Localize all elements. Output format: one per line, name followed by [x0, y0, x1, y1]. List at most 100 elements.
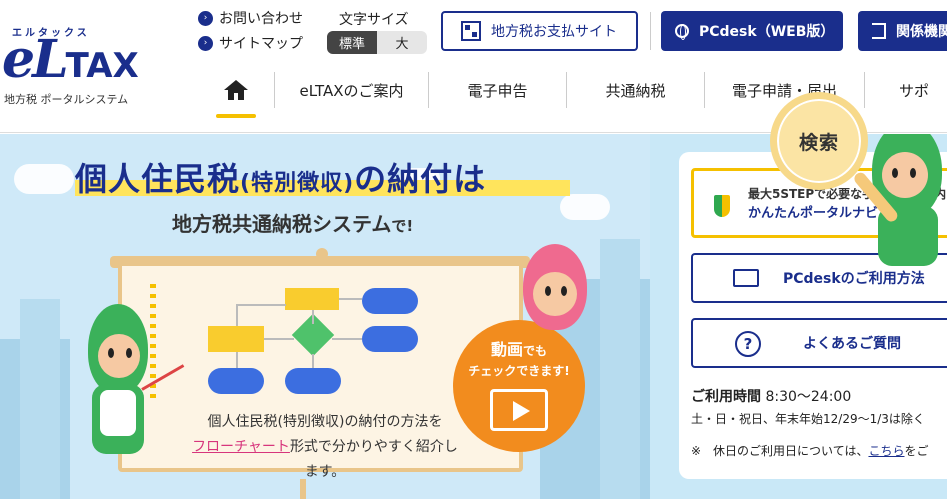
subhead-suffix: で! — [391, 217, 414, 235]
nav-item-label: 電子申告 — [467, 81, 528, 100]
related-orgs-button[interactable]: 関係機関 — [858, 11, 947, 51]
nav-item-about[interactable]: eLTAXのご案内 — [274, 72, 428, 108]
logo-mark-tax: TAX — [65, 46, 139, 86]
nav-home[interactable] — [198, 72, 274, 108]
holiday-note-link[interactable]: こちら — [868, 444, 904, 458]
search-label: 検索 — [798, 131, 839, 154]
contact-link-label: お問い合わせ — [219, 11, 303, 27]
board-description: 個人住民税(特別徴収)の納付の方法を フローチャート形式で分かりやすく紹介します… — [190, 410, 460, 485]
pcdesk-web-button-label: PCdesk（WEB版） — [699, 24, 835, 40]
building-decoration — [20, 299, 60, 499]
subhead-text: 地方税共通納税システム — [172, 212, 392, 236]
chevron-right-icon: › — [198, 35, 213, 51]
flowchart-terminal — [208, 368, 264, 394]
board-line2-text: 形式で分かりやすく紹介します。 — [289, 439, 458, 480]
faq-label: よくあるご質問 — [803, 336, 901, 352]
main-visual: 個人住民税(特別徴収)の納付は 地方税共通納税システムで! 個人住民税(特別徴収… — [0, 134, 947, 499]
computer-icon — [733, 269, 759, 287]
nav-item-common-payment[interactable]: 共通納税 — [566, 72, 704, 108]
beginner-mark-icon — [714, 195, 730, 217]
nav-item-label: eLTAXのご案内 — [299, 81, 404, 100]
pcdesk-usage-label: PCdeskのご利用方法 — [783, 271, 925, 287]
banner-headline: 個人住民税(特別徴収)の納付は — [75, 154, 486, 200]
board-line2: フローチャート形式で分かりやすく紹介します。 — [190, 435, 460, 485]
home-icon — [224, 80, 248, 100]
holiday-note-prefix: ※ 休日のご利用日については、 — [691, 444, 869, 458]
cloud-decoration — [560, 194, 610, 220]
video-badge-suffix: でも — [523, 344, 548, 358]
mascot-eye — [892, 168, 898, 178]
flowchart-connector — [264, 338, 294, 340]
headline-part: 個人住民税 — [75, 160, 241, 198]
logo-mark: eLTAX — [2, 32, 139, 94]
sitemap-link[interactable]: › サイトマップ — [198, 33, 303, 53]
flowchart-connector — [312, 310, 314, 324]
flowchart-connector — [312, 354, 314, 368]
globe-icon — [675, 24, 689, 40]
mascot-eye — [545, 286, 551, 296]
service-hours-value: 8:30〜24:00 — [765, 389, 852, 405]
flowchart-connector — [236, 352, 238, 368]
flowchart-link-text: フローチャート — [192, 439, 290, 455]
headline-part: の納付は — [354, 160, 487, 198]
mascot-face — [98, 334, 140, 378]
nav-item-label: サポ — [899, 81, 930, 100]
pink-mascot — [515, 244, 595, 344]
related-orgs-button-label: 関係機関 — [896, 24, 947, 40]
sitemap-link-label: サイトマップ — [219, 36, 303, 52]
mascot-eye — [108, 348, 114, 358]
headline-paren: (特別徴収) — [240, 171, 355, 196]
contact-link[interactable]: › お問い合わせ — [198, 8, 303, 28]
video-badge-line2: チェックできます! — [468, 364, 570, 378]
header-divider — [650, 12, 651, 50]
nav-item-support[interactable]: サポ — [864, 72, 947, 108]
faq-button[interactable]: ? よくあるご質問 — [691, 318, 947, 368]
logo-subtitle: 地方税 ポータルシステム — [4, 93, 129, 106]
flowchart-box — [208, 326, 264, 352]
mascot-eye — [126, 348, 132, 358]
mascot-eye — [910, 168, 916, 178]
font-size-toggle: 標準 大 — [327, 31, 427, 54]
play-video-icon — [490, 389, 548, 431]
mascot-face — [533, 272, 577, 316]
play-triangle — [513, 401, 530, 421]
mascot-shirt — [100, 390, 136, 436]
flowchart-box — [285, 288, 339, 310]
holiday-note: ※ 休日のご利用日については、こちらをご — [691, 442, 929, 459]
eltax-logo[interactable]: エルタックス eLTAX 地方税 ポータルシステム — [2, 24, 154, 110]
question-icon: ? — [735, 331, 761, 357]
easy-portal-navi-label: かんたんポータルナビ — [748, 206, 879, 221]
nav-item-e-filing[interactable]: 電子申告 — [428, 72, 566, 108]
nav-item-label: 共通納税 — [605, 81, 666, 100]
building-decoration — [600, 239, 640, 499]
banner-subhead: 地方税共通納税システムで! — [172, 208, 413, 237]
service-hours-label: ご利用時間 — [691, 389, 761, 405]
pay-site-button-label: 地方税お支払サイト — [491, 24, 617, 40]
nav-active-indicator — [216, 114, 256, 118]
service-hours-exceptions: 土・日・祝日、年末年始12/29〜1/3は除く — [691, 412, 925, 426]
cloud-decoration — [14, 164, 74, 194]
service-hours: ご利用時間 8:30〜24:00 — [691, 386, 851, 406]
font-size-standard-button[interactable]: 標準 — [327, 31, 377, 54]
beginner-mark-yellow — [722, 195, 730, 217]
pay-site-button[interactable]: 地方税お支払サイト — [441, 11, 638, 51]
search-button[interactable]: 検索 — [770, 92, 868, 190]
flowchart-terminal — [362, 326, 418, 352]
font-size-large-button[interactable]: 大 — [377, 31, 427, 54]
flowchart-connector — [236, 304, 286, 306]
flowchart-connector — [236, 304, 238, 326]
logo-mark-el: eL — [2, 29, 69, 90]
mascot-eye — [561, 286, 567, 296]
login-door-icon — [872, 23, 886, 39]
holiday-note-suffix: をご — [904, 444, 929, 458]
qr-code-icon — [461, 21, 481, 41]
font-size-label: 文字サイズ — [339, 12, 409, 28]
flowchart-connector — [339, 298, 362, 300]
chevron-right-icon: › — [198, 10, 213, 26]
hero-banner[interactable]: 個人住民税(特別徴収)の納付は 地方税共通納税システムで! 個人住民税(特別徴収… — [0, 134, 650, 499]
board-line1: 個人住民税(特別徴収)の納付の方法を — [207, 414, 443, 430]
beginner-mark-green — [714, 195, 722, 217]
pcdesk-web-button[interactable]: PCdesk（WEB版） — [661, 11, 843, 51]
flowchart-terminal — [362, 288, 418, 314]
mascot-face — [882, 152, 928, 198]
